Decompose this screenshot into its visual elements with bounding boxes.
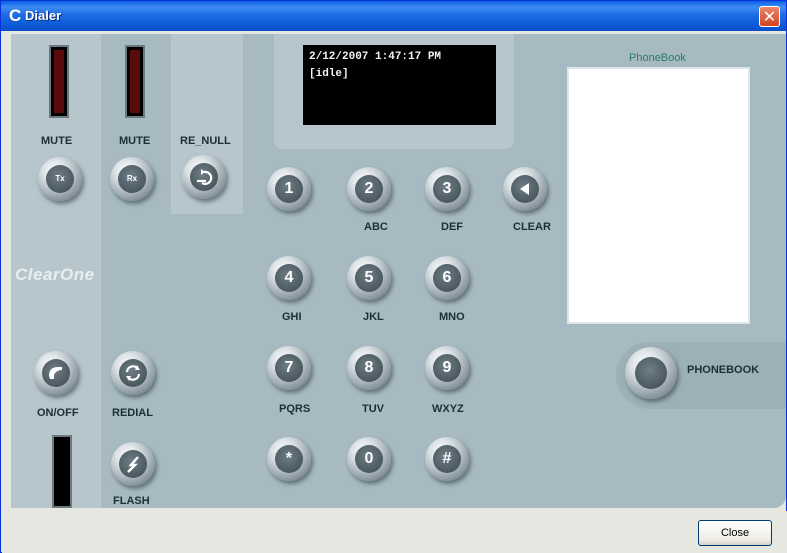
- line-level-meter: [52, 435, 72, 508]
- phone-handset-icon: [42, 359, 70, 387]
- key-2-button[interactable]: 2: [347, 167, 391, 211]
- window-close-button[interactable]: ✕: [759, 6, 780, 27]
- re-null-button[interactable]: [182, 155, 226, 199]
- window-title: Dialer: [25, 8, 62, 23]
- on-off-button[interactable]: [34, 351, 78, 395]
- key-3-button[interactable]: 3: [425, 167, 469, 211]
- key-8-button[interactable]: 8: [347, 346, 391, 390]
- key-9-button[interactable]: 9: [425, 346, 469, 390]
- mute-tx-label: MUTE: [41, 135, 73, 147]
- phonebook-title: PhoneBook: [629, 52, 686, 64]
- key-5-button[interactable]: 5: [347, 256, 391, 300]
- clear-label: CLEAR: [513, 221, 551, 233]
- key-star-button[interactable]: *: [267, 437, 311, 481]
- key-hash-label: #: [433, 445, 461, 473]
- key-6-letters: MNO: [439, 311, 465, 323]
- phonebook-button[interactable]: [625, 347, 677, 399]
- mute-rx-face: Rx: [118, 165, 146, 193]
- re-null-icon: [190, 163, 218, 191]
- key-2-label: 2: [355, 175, 383, 203]
- key-5-label: 5: [355, 264, 383, 292]
- key-4-label: 4: [275, 264, 303, 292]
- title-bar[interactable]: C Dialer ✕: [1, 1, 786, 31]
- close-button[interactable]: Close: [698, 520, 772, 546]
- key-3-label: 3: [433, 175, 461, 203]
- phonebook-list[interactable]: [567, 67, 750, 324]
- mute-tx-face: Tx: [46, 165, 74, 193]
- key-5-letters: JKL: [363, 311, 384, 323]
- redial-icon: [119, 359, 147, 387]
- rx-level-meter: [125, 45, 145, 118]
- clear-arrow-icon: [511, 175, 539, 203]
- key-6-button[interactable]: 6: [425, 256, 469, 300]
- status-display: 2/12/2007 1:47:17 PM [idle]: [303, 45, 496, 125]
- flash-button[interactable]: [111, 442, 155, 486]
- flash-label: FLASH: [113, 495, 150, 507]
- key-4-button[interactable]: 4: [267, 256, 311, 300]
- re-null-label: RE_NULL: [180, 135, 231, 147]
- redial-label: REDIAL: [112, 407, 153, 419]
- flash-icon: [119, 450, 147, 478]
- dialer-window: C Dialer ✕ MUTE MUTE RE_NULL Tx Rx Clear…: [0, 0, 787, 553]
- key-7-label: 7: [275, 354, 303, 382]
- key-0-button[interactable]: 0: [347, 437, 391, 481]
- key-1-button[interactable]: 1: [267, 167, 311, 211]
- key-8-letters: TUV: [362, 403, 384, 415]
- key-9-label: 9: [433, 354, 461, 382]
- phonebook-button-face: [635, 357, 667, 389]
- key-4-letters: GHI: [282, 311, 302, 323]
- window-footer: [2, 511, 787, 553]
- clear-button[interactable]: [503, 167, 547, 211]
- display-status: [idle]: [309, 68, 349, 80]
- key-6-label: 6: [433, 264, 461, 292]
- phonebook-label: PHONEBOOK: [687, 364, 760, 376]
- key-9-letters: WXYZ: [432, 403, 464, 415]
- key-8-label: 8: [355, 354, 383, 382]
- display-datetime: 2/12/2007 1:47:17 PM: [309, 51, 442, 63]
- key-3-letters: DEF: [441, 221, 463, 233]
- key-0-label: 0: [355, 445, 383, 473]
- tx-level-meter: [49, 45, 69, 118]
- mute-rx-label: MUTE: [119, 135, 151, 147]
- key-2-letters: ABC: [364, 221, 388, 233]
- clearone-logo: ClearOne: [15, 265, 95, 284]
- key-7-button[interactable]: 7: [267, 346, 311, 390]
- key-7-letters: PQRS: [279, 403, 311, 415]
- mute-tx-button[interactable]: Tx: [38, 157, 82, 201]
- on-off-label: ON/OFF: [37, 407, 79, 419]
- app-icon: C: [9, 6, 22, 25]
- redial-button[interactable]: [111, 351, 155, 395]
- key-star-label: *: [275, 445, 303, 473]
- key-1-label: 1: [275, 175, 303, 203]
- mute-rx-button[interactable]: Rx: [110, 157, 154, 201]
- key-hash-button[interactable]: #: [425, 437, 469, 481]
